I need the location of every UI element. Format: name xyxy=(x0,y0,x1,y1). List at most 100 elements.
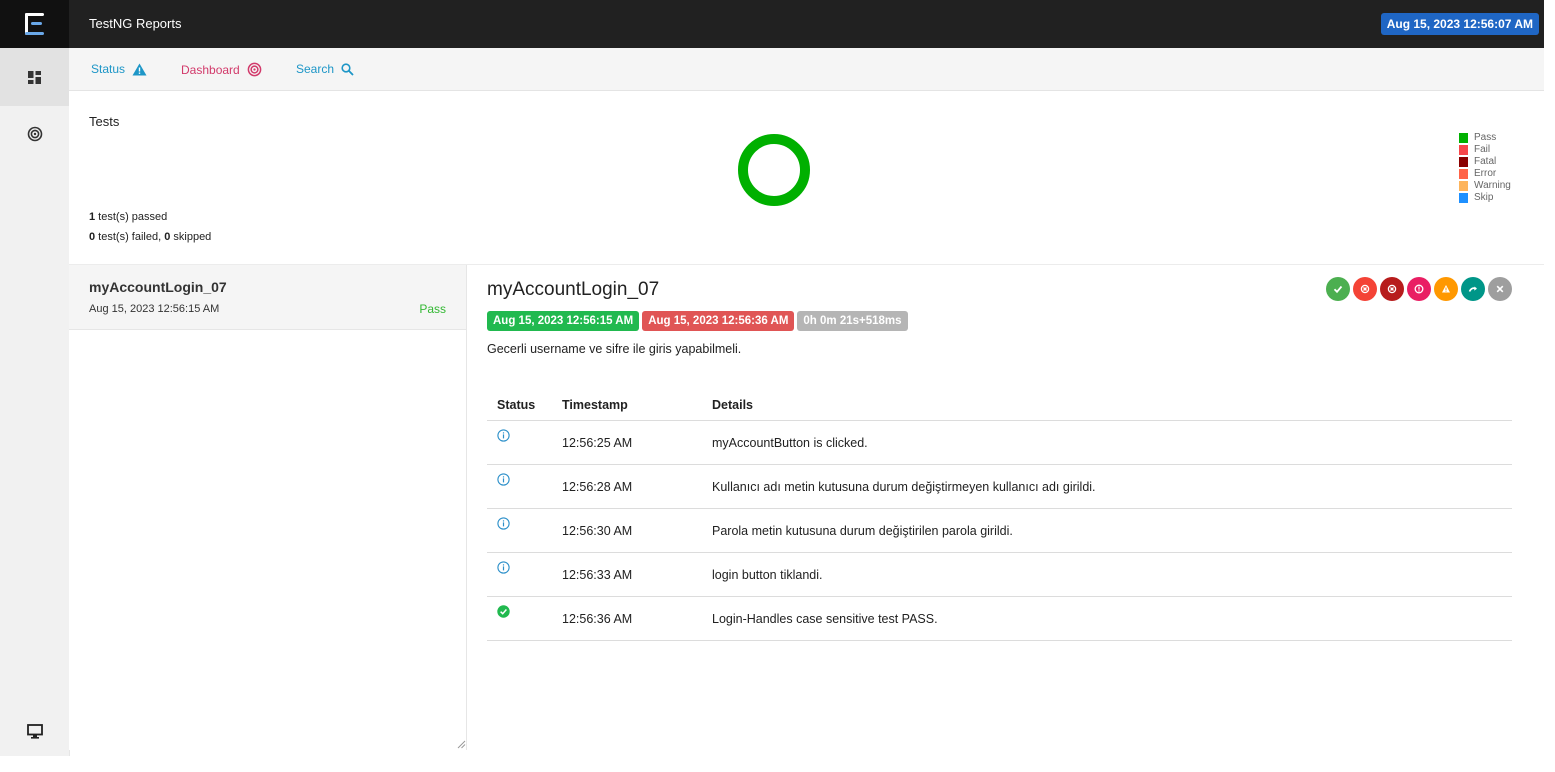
nav-bar: Status Dashboard Search xyxy=(69,48,1544,91)
legend-label: Skip xyxy=(1474,192,1494,203)
status-filters xyxy=(1326,277,1512,301)
test-item-time: Aug 15, 2023 12:56:15 AM xyxy=(89,303,220,315)
log-row: 12:56:25 AM myAccountButton is clicked. xyxy=(487,420,1512,465)
warning-triangle-icon xyxy=(132,63,147,75)
donut-slice-pass[interactable] xyxy=(738,134,810,206)
legend-swatch xyxy=(1459,145,1468,155)
legend-item-pass[interactable]: Pass xyxy=(1459,132,1511,144)
info-icon xyxy=(497,561,510,574)
legend-item-warning[interactable]: Warning xyxy=(1459,180,1511,192)
search-icon xyxy=(341,62,354,76)
log-timestamp: 12:56:33 AM xyxy=(552,552,702,597)
check-icon xyxy=(1333,285,1343,294)
rail-item-environment[interactable] xyxy=(0,702,69,760)
log-timestamp: 12:56:30 AM xyxy=(552,508,702,553)
fail-x-filter-button[interactable] xyxy=(1353,277,1377,301)
info-icon xyxy=(497,429,510,442)
legend-label: Warning xyxy=(1474,180,1511,191)
error-exclamation-icon xyxy=(1414,284,1424,294)
target-icon xyxy=(247,62,262,77)
legend-label: Error xyxy=(1474,168,1497,179)
legend-item-fatal[interactable]: Fatal xyxy=(1459,156,1511,168)
log-status-cell xyxy=(487,420,552,465)
fatal-x-filter-button[interactable] xyxy=(1380,277,1404,301)
top-bar: TestNG Reports Aug 15, 2023 12:56:07 AM xyxy=(69,0,1544,48)
test-detail: myAccountLogin_07 Aug 15, 2023 12:56:15 … xyxy=(467,265,1544,750)
log-row: 12:56:30 AM Parola metin kutusuna durum d… xyxy=(487,508,1512,553)
donut-svg xyxy=(738,134,810,206)
skip-arrow-filter-button[interactable] xyxy=(1461,277,1485,301)
log-table: Status Timestamp Details 12:56:25 AM myAc… xyxy=(487,390,1512,641)
legend-swatch xyxy=(1459,133,1468,143)
info-icon xyxy=(497,517,510,530)
fail-x-icon xyxy=(1360,284,1370,294)
resize-handle-icon[interactable] xyxy=(457,740,466,749)
log-row: 12:56:28 AM Kullanıcı adı metin kutusuna … xyxy=(487,464,1512,509)
log-timestamp: 12:56:36 AM xyxy=(552,596,702,641)
timestamp-column-header: Timestamp xyxy=(552,390,702,421)
status-tab-label: Status xyxy=(91,62,126,76)
detail-title: myAccountLogin_07 xyxy=(487,279,660,300)
log-status-cell xyxy=(487,464,552,509)
dashboard-grid-icon xyxy=(28,70,41,84)
chart-legend: Pass Fail Fatal Error Warning Skip xyxy=(1459,132,1511,204)
test-list: myAccountLogin_07 Aug 15, 2023 12:56:15 … xyxy=(69,265,467,750)
test-item-name: myAccountLogin_07 xyxy=(89,279,227,295)
check-filter-button[interactable] xyxy=(1326,277,1350,301)
legend-item-skip[interactable]: Skip xyxy=(1459,192,1511,204)
fatal-x-icon xyxy=(1387,284,1397,294)
tests-donut-chart xyxy=(734,130,814,215)
error-exclamation-filter-button[interactable] xyxy=(1407,277,1431,301)
summary-panel: Tests 1 test(s) passed 0 test(s) failed,… xyxy=(69,91,1544,265)
search-tab[interactable]: Search xyxy=(296,62,354,76)
app-title: TestNG Reports xyxy=(89,16,182,31)
log-row: 12:56:33 AM login button tiklandi. xyxy=(487,552,1512,597)
report-date-badge: Aug 15, 2023 12:56:07 AM xyxy=(1380,13,1539,35)
passed-text: test(s) passed xyxy=(95,211,168,223)
end-time-badge: Aug 15, 2023 12:56:36 AM xyxy=(642,311,795,331)
test-list-item[interactable]: myAccountLogin_07 Aug 15, 2023 12:56:15 … xyxy=(69,265,466,330)
details-column-header: Details xyxy=(702,390,1512,421)
app-logo[interactable] xyxy=(0,0,69,48)
log-status-cell xyxy=(487,552,552,597)
time-badges: Aug 15, 2023 12:56:15 AM Aug 15, 2023 12… xyxy=(487,311,908,331)
start-time-badge: Aug 15, 2023 12:56:15 AM xyxy=(487,311,640,331)
skip-arrow-icon xyxy=(1468,286,1477,292)
log-details: Kullanıcı adı metin kutusuna durum değiş… xyxy=(702,464,1512,509)
legend-item-error[interactable]: Error xyxy=(1459,168,1511,180)
passed-summary: 1 test(s) passed xyxy=(89,211,167,223)
summary-title: Tests xyxy=(89,114,120,129)
legend-swatch xyxy=(1459,181,1468,191)
log-details: login button tiklandi. xyxy=(702,552,1512,597)
status-column-header: Status xyxy=(487,390,552,421)
log-status-cell xyxy=(487,508,552,553)
log-header-row: Status Timestamp Details xyxy=(487,390,1512,421)
rail-item-tests[interactable] xyxy=(0,48,69,106)
warning-filter-button[interactable] xyxy=(1434,277,1458,301)
info-icon xyxy=(497,473,510,486)
status-tab[interactable]: Status xyxy=(91,62,147,76)
extent-logo-icon xyxy=(24,13,44,35)
skipped-text: skipped xyxy=(170,231,212,243)
warning-icon xyxy=(1442,285,1450,293)
failed-text: test(s) failed, xyxy=(95,231,165,243)
legend-label: Fail xyxy=(1474,144,1491,155)
duration-badge: 0h 0m 21s+518ms xyxy=(797,311,908,331)
dashboard-tab-label: Dashboard xyxy=(181,62,240,77)
target-icon xyxy=(27,126,42,142)
test-description: Gecerli username ve sifre ile giris yapa… xyxy=(487,342,742,356)
legend-swatch xyxy=(1459,157,1468,167)
rail-item-dashboard[interactable] xyxy=(0,105,69,163)
failed-summary: 0 test(s) failed, 0 skipped xyxy=(89,231,211,243)
legend-swatch xyxy=(1459,169,1468,179)
clear-x-icon xyxy=(1496,285,1504,293)
dashboard-tab[interactable]: Dashboard xyxy=(181,62,262,77)
log-status-cell xyxy=(487,596,552,641)
log-timestamp: 12:56:28 AM xyxy=(552,464,702,509)
clear-x-filter-button[interactable] xyxy=(1488,277,1512,301)
legend-item-fail[interactable]: Fail xyxy=(1459,144,1511,156)
log-details: myAccountButton is clicked. xyxy=(702,420,1512,465)
log-details: Parola metin kutusuna durum değiştirilen… xyxy=(702,508,1512,553)
log-row: 12:56:36 AM Login-Handles case sensitive … xyxy=(487,596,1512,641)
log-details: Login-Handles case sensitive test PASS. xyxy=(702,596,1512,641)
